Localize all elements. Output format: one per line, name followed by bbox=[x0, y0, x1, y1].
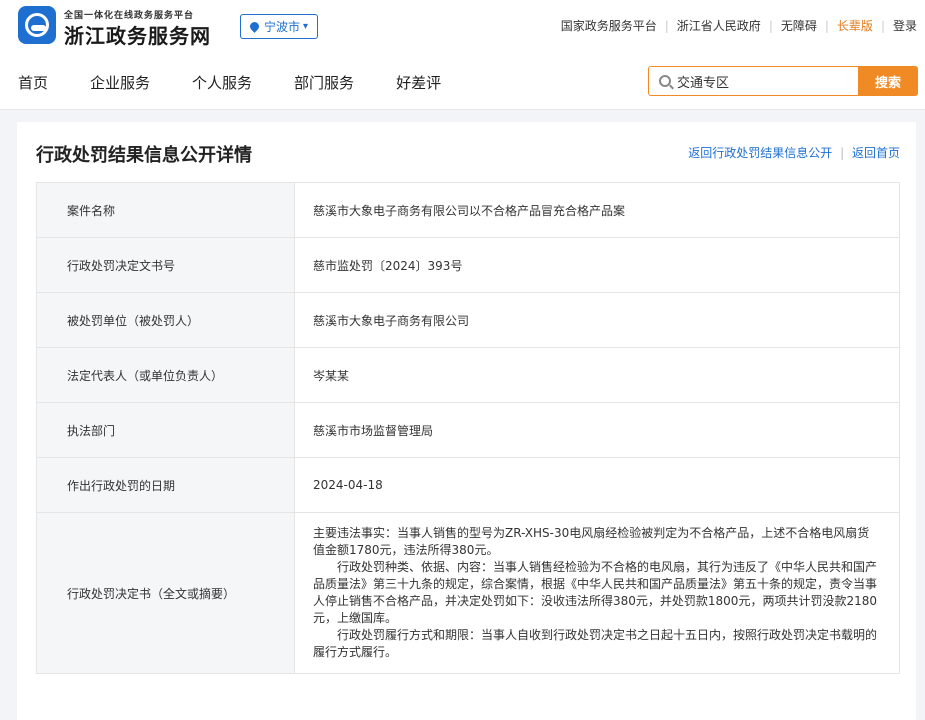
city-label: 宁波市 bbox=[263, 20, 300, 34]
divider: | bbox=[664, 18, 669, 33]
top-links: 国家政务服务平台 | 浙江省人民政府 | 无障碍 | 长辈版 | 登录 bbox=[561, 17, 917, 34]
row-label: 执法部门 bbox=[36, 402, 295, 458]
nav-item-feedback[interactable]: 好差评 bbox=[396, 72, 441, 93]
back-links: 返回行政处罚结果信息公开 | 返回首页 bbox=[688, 144, 900, 161]
chevron-down-icon: ▾ bbox=[302, 21, 309, 32]
link-provincial-government[interactable]: 浙江省人民政府 bbox=[677, 17, 761, 34]
location-pin-icon bbox=[248, 20, 261, 33]
divider: | bbox=[880, 18, 885, 33]
decision-paragraph: 行政处罚种类、依据、内容：当事人销售经检验为不合格的电风扇，其行为违反了《中华人… bbox=[313, 560, 878, 625]
link-elder-mode[interactable]: 长辈版 bbox=[837, 17, 873, 34]
row-value: 2024-04-18 bbox=[294, 457, 900, 513]
row-label: 行政处罚决定书（全文或摘要） bbox=[36, 512, 295, 674]
row-label: 被处罚单位（被处罚人） bbox=[36, 292, 295, 348]
site-header: 全国一体化在线政务服务平台 浙江政务服务网 宁波市 ▾ 国家政务服务平台 | 浙… bbox=[0, 0, 925, 110]
divider: | bbox=[824, 18, 829, 33]
nav-item-enterprise[interactable]: 企业服务 bbox=[90, 72, 150, 93]
nav-item-personal[interactable]: 个人服务 bbox=[192, 72, 252, 93]
table-row: 法定代表人（或单位负责人） 岑某某 bbox=[36, 347, 900, 403]
row-value: 慈溪市大象电子商务有限公司 bbox=[294, 292, 900, 348]
row-label: 行政处罚决定文书号 bbox=[36, 237, 295, 293]
row-value: 慈溪市大象电子商务有限公司以不合格产品冒充合格产品案 bbox=[294, 182, 900, 238]
main-nav: 首页 企业服务 个人服务 部门服务 好差评 bbox=[18, 72, 441, 93]
decision-text: 主要违法事实：当事人销售的型号为ZR-XHS-30电风扇经检验被判定为不合格产品… bbox=[294, 512, 900, 674]
table-row: 案件名称 慈溪市大象电子商务有限公司以不合格产品冒充合格产品案 bbox=[36, 182, 900, 238]
nav-item-departments[interactable]: 部门服务 bbox=[294, 72, 354, 93]
table-row: 执法部门 慈溪市市场监督管理局 bbox=[36, 402, 900, 458]
link-login[interactable]: 登录 bbox=[893, 17, 917, 34]
link-national-platform[interactable]: 国家政务服务平台 bbox=[561, 17, 657, 34]
row-value: 慈溪市市场监督管理局 bbox=[294, 402, 900, 458]
row-value: 岑某某 bbox=[294, 347, 900, 403]
row-label: 案件名称 bbox=[36, 182, 295, 238]
brand-title[interactable]: 浙江政务服务网 bbox=[64, 20, 211, 49]
table-row: 行政处罚决定书（全文或摘要） 主要违法事实：当事人销售的型号为ZR-XHS-30… bbox=[36, 512, 900, 674]
table-row: 行政处罚决定文书号 慈市监处罚〔2024〕393号 bbox=[36, 237, 900, 293]
divider: | bbox=[840, 146, 845, 160]
row-label: 作出行政处罚的日期 bbox=[36, 457, 295, 513]
divider: | bbox=[768, 18, 773, 33]
search-button[interactable]: 搜索 bbox=[858, 66, 918, 96]
detail-table: 案件名称 慈溪市大象电子商务有限公司以不合格产品冒充合格产品案 行政处罚决定文书… bbox=[36, 182, 900, 674]
decision-paragraph: 行政处罚履行方式和期限：当事人自收到行政处罚决定书之日起十五日内，按照行政处罚决… bbox=[313, 628, 878, 659]
table-row: 被处罚单位（被处罚人） 慈溪市大象电子商务有限公司 bbox=[36, 292, 900, 348]
search-icon bbox=[659, 75, 671, 87]
search-box bbox=[648, 66, 858, 96]
city-selector[interactable]: 宁波市 ▾ bbox=[240, 14, 318, 39]
back-to-list-link[interactable]: 返回行政处罚结果信息公开 bbox=[688, 146, 832, 160]
site-logo-icon[interactable] bbox=[18, 6, 56, 44]
row-label: 法定代表人（或单位负责人） bbox=[36, 347, 295, 403]
search-input[interactable] bbox=[677, 73, 847, 89]
detail-card: 行政处罚结果信息公开详情 返回行政处罚结果信息公开 | 返回首页 案件名称 慈溪… bbox=[17, 122, 916, 720]
page-title: 行政处罚结果信息公开详情 bbox=[36, 145, 252, 166]
link-accessibility[interactable]: 无障碍 bbox=[781, 17, 817, 34]
back-to-home-link[interactable]: 返回首页 bbox=[852, 146, 900, 160]
row-value: 慈市监处罚〔2024〕393号 bbox=[294, 237, 900, 293]
nav-item-home[interactable]: 首页 bbox=[18, 72, 48, 93]
table-row: 作出行政处罚的日期 2024-04-18 bbox=[36, 457, 900, 513]
decision-paragraph: 主要违法事实：当事人销售的型号为ZR-XHS-30电风扇经检验被判定为不合格产品… bbox=[313, 526, 870, 557]
